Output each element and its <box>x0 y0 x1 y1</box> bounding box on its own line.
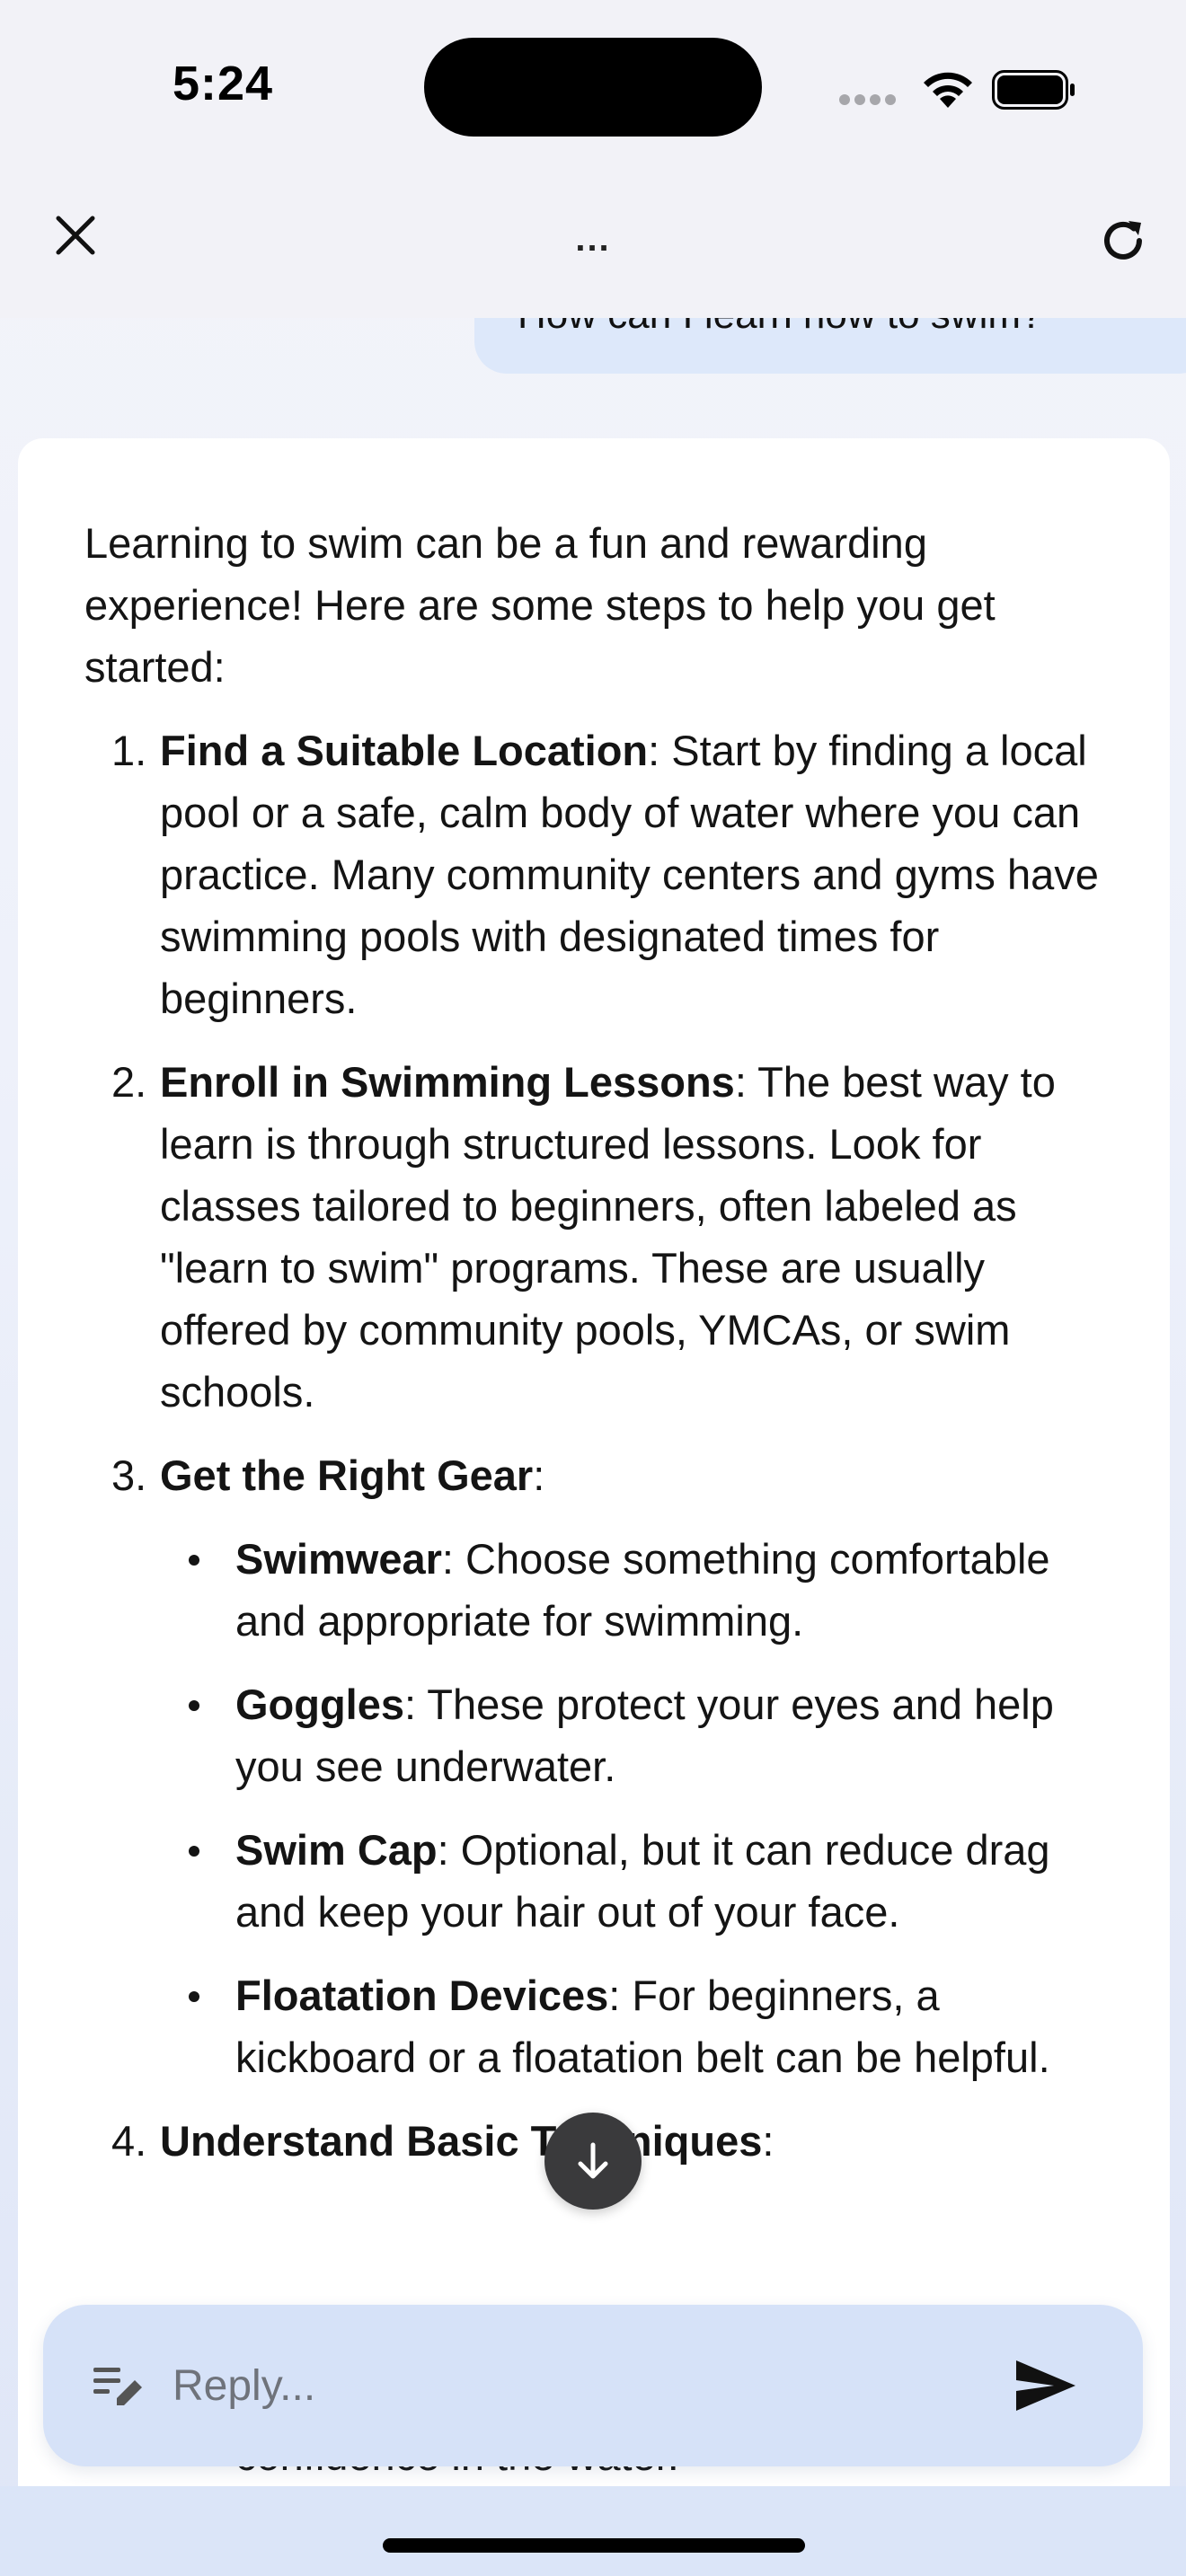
step-text: : <box>762 2117 774 2165</box>
step-title: Understand Basic Techniques <box>160 2117 763 2165</box>
close-icon <box>56 216 95 255</box>
steps-list: 1. Find a Suitable Location: Start by fi… <box>84 719 1116 2172</box>
battery-icon <box>992 70 1075 110</box>
list-item: Goggles: These protect your eyes and hel… <box>160 1673 1116 1797</box>
list-item: Swimwear: Choose something comfortable a… <box>160 1528 1116 1652</box>
refresh-icon <box>1104 221 1142 260</box>
bullet <box>189 1700 199 1711</box>
bullet <box>189 1555 199 1566</box>
gear-title: Goggles <box>235 1681 405 1728</box>
step-title: Find a Suitable Location <box>160 727 649 774</box>
app-screen: 5:24 ... How can I learn how to swim? Le… <box>0 0 1186 2576</box>
bottom-safe-area <box>0 2486 1186 2576</box>
reply-input[interactable] <box>173 2341 981 2430</box>
gear-title: Swim Cap <box>235 1826 438 1874</box>
gear-title: Swimwear <box>235 1535 442 1583</box>
step-number: 3. <box>111 1451 147 1499</box>
step-text: : The best way to learn is through struc… <box>160 1058 1056 1416</box>
step-number: 1. <box>111 727 147 774</box>
gear-title: Floatation Devices <box>235 1972 609 2019</box>
list-item: Swim Cap: Optional, but it can reduce dr… <box>160 1819 1116 1943</box>
step-text: : <box>533 1451 545 1499</box>
list-item: Floatation Devices: For beginners, a kic… <box>160 1964 1116 2088</box>
list-item: 1. Find a Suitable Location: Start by fi… <box>84 719 1116 1029</box>
compose-icon <box>93 2368 142 2405</box>
list-item: 2. Enroll in Swimming Lessons: The best … <box>84 1051 1116 1423</box>
wifi-icon <box>924 72 972 108</box>
step-title: Get the Right Gear <box>160 1451 534 1499</box>
send-button[interactable] <box>996 2342 1096 2429</box>
close-button[interactable] <box>41 201 110 269</box>
refresh-button[interactable] <box>1087 205 1159 277</box>
dynamic-island <box>424 38 762 137</box>
assistant-intro: Learning to swim can be a fun and reward… <box>84 519 996 691</box>
gear-list: Swimwear: Choose something comfortable a… <box>160 1528 1116 2088</box>
step-number: 4. <box>111 2117 147 2165</box>
bullet <box>189 1846 199 1857</box>
bullet <box>189 1991 199 2002</box>
list-item: 3. Get the Right Gear: Swimwear: Choose … <box>84 1444 1116 2088</box>
send-icon <box>1016 2360 1075 2411</box>
reply-composer <box>43 2305 1143 2466</box>
scroll-to-bottom-button[interactable] <box>544 2113 642 2210</box>
home-indicator[interactable] <box>383 2538 805 2553</box>
chat-title: ... <box>575 219 611 259</box>
step-number: 2. <box>111 1058 147 1106</box>
cellular-signal-icon <box>839 93 902 105</box>
arrow-down-icon <box>578 2142 608 2179</box>
assistant-message-card: Learning to swim can be a fun and reward… <box>18 438 1170 2576</box>
status-time: 5:24 <box>173 57 274 110</box>
step-title: Enroll in Swimming Lessons <box>160 1058 735 1106</box>
